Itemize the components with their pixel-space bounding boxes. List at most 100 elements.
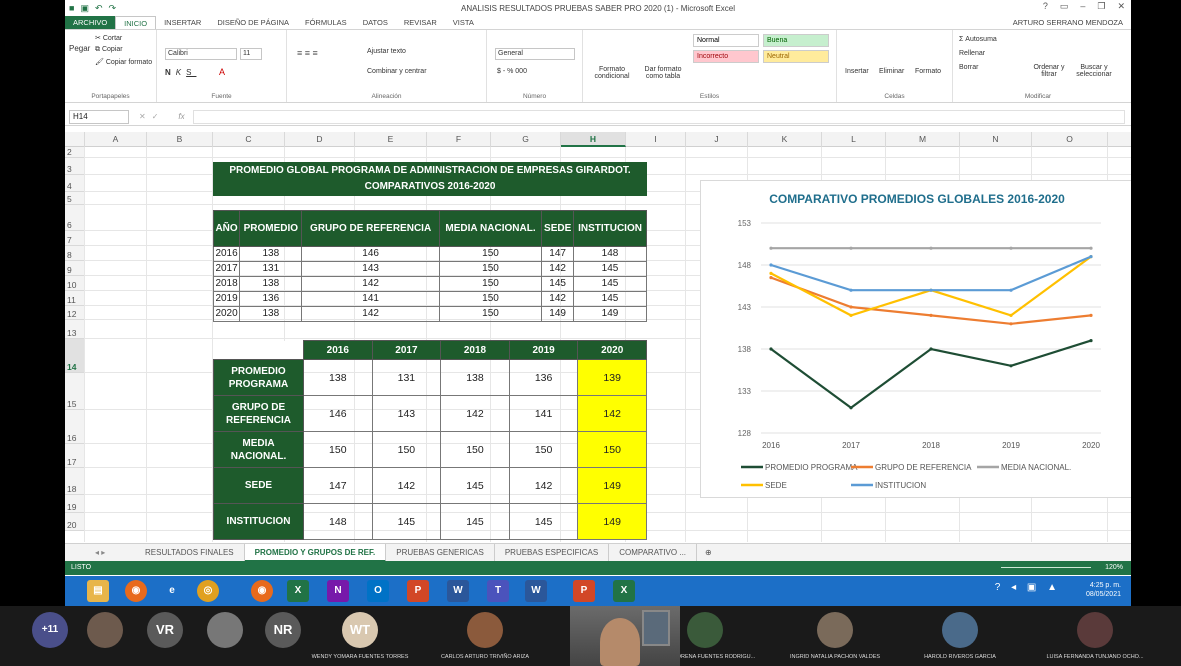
undo-icon[interactable]: ↶	[95, 3, 103, 14]
participant-tile[interactable]: LUISA FERNANDA TUNJANO OCHO...	[1045, 610, 1145, 666]
column-header-j[interactable]: J	[686, 132, 748, 147]
cell-style-incorrecto[interactable]: Incorrecto	[693, 50, 759, 63]
sheet-tab[interactable]: PRUEBAS ESPECIFICAS	[495, 543, 610, 562]
table1-cell[interactable]: 145	[541, 276, 575, 292]
fill-button[interactable]: Rellenar	[959, 50, 985, 57]
zoom-slider[interactable]	[1001, 567, 1091, 568]
table2-cell[interactable]: 142	[577, 395, 647, 432]
number-format-select[interactable]: General	[495, 48, 575, 60]
column-header-d[interactable]: D	[285, 132, 355, 147]
font-format-buttons[interactable]: NKS	[165, 68, 196, 77]
column-header-b[interactable]: B	[147, 132, 213, 147]
participant-tile[interactable]: WT WENDY YOMARA FUENTES TORRES	[310, 610, 410, 666]
table2-cell[interactable]: 142	[440, 395, 510, 432]
row-header-15[interactable]: 15	[65, 373, 85, 410]
table1-cell[interactable]: 150	[438, 246, 543, 262]
row-header-10[interactable]: 10	[65, 276, 85, 291]
cancel-icon[interactable]: ✕	[139, 112, 146, 121]
table2-cell[interactable]: 150	[371, 431, 442, 468]
font-size-select[interactable]: 11	[240, 48, 262, 60]
column-header-a[interactable]: A	[85, 132, 147, 147]
table1-cell[interactable]: 142	[301, 306, 440, 322]
add-sheet-icon[interactable]: ⊕	[697, 548, 720, 557]
row-header-8[interactable]: 8	[65, 246, 85, 261]
table1-cell[interactable]: 2016	[212, 246, 241, 262]
table1-cell[interactable]: 146	[301, 246, 440, 262]
font-family-select[interactable]: Calibri	[165, 48, 237, 60]
table2-cell[interactable]: 145	[371, 503, 442, 540]
clear-button[interactable]: Borrar	[959, 64, 978, 71]
firefox-icon[interactable]: ◉	[125, 580, 147, 602]
table2-cell[interactable]: 131	[371, 359, 442, 396]
user-name[interactable]: ARTURO SERRANO MENDOZA	[1013, 16, 1123, 29]
powerpoint-icon[interactable]: P	[407, 580, 429, 602]
table1-cell[interactable]: 150	[438, 276, 543, 292]
sheet-tab[interactable]: RESULTADOS FINALES	[135, 543, 245, 562]
table1-cell[interactable]: 147	[541, 246, 575, 262]
name-box[interactable]: H14	[69, 109, 129, 124]
participant-tile[interactable]: INGRID NATALIA PACHON VALDES	[785, 610, 885, 666]
row-header-9[interactable]: 9	[65, 261, 85, 276]
tab-archivo[interactable]: ARCHIVO	[65, 16, 116, 29]
cut-button[interactable]: ✂ Cortar	[95, 34, 122, 42]
table2-cell[interactable]: 139	[577, 359, 647, 396]
table1-cell[interactable]: 150	[438, 291, 543, 307]
row-header-12[interactable]: 12	[65, 306, 85, 320]
row-header-17[interactable]: 17	[65, 444, 85, 468]
tab-formulas[interactable]: FÓRMULAS	[297, 16, 355, 29]
table1-cell[interactable]: 145	[573, 276, 647, 292]
redo-icon[interactable]: ↷	[109, 3, 117, 14]
table2-cell[interactable]: 150	[508, 431, 579, 468]
table2-cell[interactable]: 141	[508, 395, 579, 432]
column-header-n[interactable]: N	[960, 132, 1032, 147]
sort-filter-button[interactable]: Ordenar y filtrar	[1029, 64, 1069, 78]
row-header-3[interactable]: 3	[65, 158, 85, 175]
table1-cell[interactable]: 2020	[212, 306, 241, 322]
table2-cell[interactable]: 142	[508, 467, 579, 504]
table2-cell[interactable]: 145	[440, 467, 510, 504]
table1-cell[interactable]: 142	[541, 291, 575, 307]
table2-cell[interactable]: 148	[303, 503, 373, 540]
zoom-level[interactable]: 120%	[1105, 561, 1123, 575]
system-tray-icons[interactable]: ? ◂ ▣ ▲	[995, 582, 1061, 593]
format-as-table-button[interactable]: Dar formato como tabla	[639, 66, 687, 80]
tab-revisar[interactable]: REVISAR	[396, 16, 445, 29]
help-icon[interactable]: ?	[1043, 1, 1048, 12]
row-header-13[interactable]: 13	[65, 320, 85, 339]
column-header-l[interactable]: L	[822, 132, 886, 147]
find-select-button[interactable]: Buscar y seleccionar	[1071, 64, 1117, 78]
excel2-taskbar-icon[interactable]: X	[613, 580, 635, 602]
word-icon[interactable]: W	[447, 580, 469, 602]
table2-cell[interactable]: 136	[508, 359, 579, 396]
cell-style-normal[interactable]: Normal	[693, 34, 759, 47]
table1-cell[interactable]: 136	[239, 291, 303, 307]
taskbar-clock[interactable]: 4:25 p. m. 08/05/2021	[1086, 581, 1121, 599]
table1-cell[interactable]: 149	[573, 306, 647, 322]
format-painter-button[interactable]: 🖌 Copiar formato	[95, 58, 152, 66]
cell-style-neutral[interactable]: Neutral	[763, 50, 829, 63]
row-header-2[interactable]: 2	[65, 147, 85, 158]
sheet-tab[interactable]: PROMEDIO Y GRUPOS DE REF.	[244, 543, 387, 562]
table2-cell[interactable]: 147	[303, 467, 373, 504]
powerpoint2-icon[interactable]: P	[573, 580, 595, 602]
row-header-19[interactable]: 19	[65, 495, 85, 513]
tab-inicio[interactable]: INICIO	[115, 16, 157, 29]
table1-cell[interactable]: 145	[573, 261, 647, 277]
file-explorer-icon[interactable]: ▤	[87, 580, 109, 602]
line-chart[interactable]: COMPARATIVO PROMEDIOS GLOBALES 2016-2020…	[700, 180, 1131, 498]
table1-cell[interactable]: 145	[573, 291, 647, 307]
table2-cell[interactable]: 142	[371, 467, 442, 504]
sheet-tab[interactable]: COMPARATIVO ...	[609, 543, 698, 562]
font-color-icon[interactable]: A	[219, 67, 225, 77]
tab-datos[interactable]: DATOS	[355, 16, 396, 29]
table2-cell[interactable]: 145	[440, 503, 510, 540]
table1-cell[interactable]: 142	[541, 261, 575, 277]
excel-taskbar-icon[interactable]: X	[287, 580, 309, 602]
function-icon[interactable]: fx	[178, 112, 184, 121]
wrap-text-button[interactable]: Ajustar texto	[367, 48, 406, 55]
table1-cell[interactable]: 142	[301, 276, 440, 292]
table2-cell[interactable]: 150	[577, 431, 647, 468]
table1-cell[interactable]: 131	[239, 261, 303, 277]
chrome-icon[interactable]: ◎	[197, 580, 219, 602]
tab-insertar[interactable]: INSERTAR	[156, 16, 209, 29]
